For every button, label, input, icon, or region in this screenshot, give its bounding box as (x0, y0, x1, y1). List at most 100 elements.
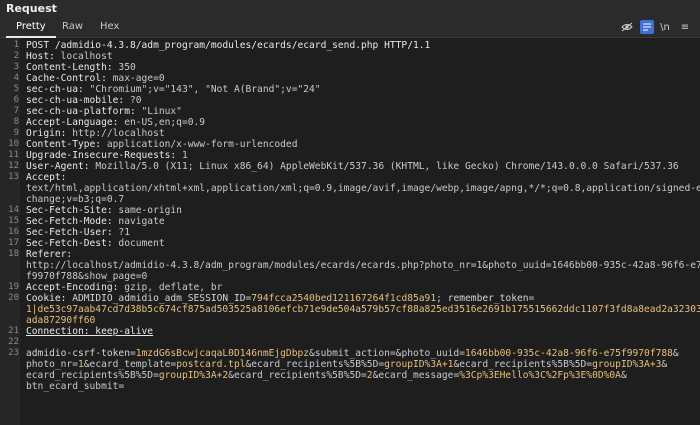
line-text: ecard_recipients%5B%5D=groupID%3A+2&ecar… (26, 370, 627, 381)
code-token: ; (436, 293, 448, 304)
code-token: POST /admidio-4.3.8/adm_program/modules/… (26, 40, 431, 51)
code-token: 1 (181, 150, 188, 161)
line-number: 10 (8, 139, 19, 149)
line-text: sec-ch-ua-platform: "Linux" (26, 106, 182, 117)
code-token: groupID%3A+2 (158, 370, 229, 381)
line-number: 18 (8, 249, 19, 259)
code-token: Sec-Fetch-Dest: (26, 238, 119, 249)
code-token: sec-ch-ua-mobile: (26, 95, 130, 106)
line-text: Sec-Fetch-User: ?1 (26, 227, 130, 238)
code-token: f9970f788&show_page=0 (26, 271, 148, 282)
line-text: change;v=b3;q=0.7 (26, 194, 124, 205)
code-token: en-US,en;q=0.9 (124, 117, 206, 128)
code-token: Cookie: (26, 293, 73, 304)
code-token: ?1 (118, 227, 130, 238)
code-token: Sec-Fetch-Site: (26, 205, 119, 216)
line-text: Accept-Language: en-US,en;q=0.9 (26, 117, 205, 128)
line-number: 1 (13, 40, 19, 50)
line-number: 6 (13, 95, 19, 105)
line-text: User-Agent: Mozilla/5.0 (X11; Linux x86_… (26, 161, 679, 172)
code-token: & (672, 348, 679, 359)
code-token: Sec-Fetch-Mode: (26, 216, 119, 227)
code-token: "Chromium";v="143", "Not A(Brand";v="24" (89, 84, 321, 95)
code-token: ADMIDIO_admidio_adm_SESSION_ID (72, 293, 246, 304)
code-token: 350 (118, 62, 136, 73)
line-text: Sec-Fetch-Dest: document (26, 238, 165, 249)
line-number: 16 (8, 227, 19, 237)
line-text: Accept-Encoding: gzip, deflate, br (26, 282, 222, 293)
code-token: sec-ch-ua-platform: (26, 106, 142, 117)
line-text: sec-ch-ua-mobile: ?0 (26, 95, 142, 106)
code-token: gzip, deflate, br (124, 282, 223, 293)
line-text: http://localhost/admidio-4.3.8/adm_progr… (26, 260, 700, 271)
code-token: Connection: keep-alive (26, 326, 154, 337)
code-token: btn_ecard_submit= (26, 381, 125, 392)
line-text: Sec-Fetch-Mode: navigate (26, 216, 165, 227)
menu-icon[interactable]: ≡ (678, 20, 692, 34)
tab-raw[interactable]: Raw (52, 18, 93, 36)
code-token: Accept: (26, 172, 67, 183)
code-token: http://localhost (72, 128, 165, 139)
code-token: http://localhost/admidio-4.3.8/adm_progr… (26, 260, 700, 271)
line-number: 13 (8, 172, 19, 182)
line-text: Accept: (26, 172, 66, 183)
code-token: ?0 (129, 95, 142, 106)
line-number: 2 (13, 51, 19, 61)
line-number: 12 (8, 161, 19, 171)
line-number: 21 (8, 326, 19, 336)
tab-pretty[interactable]: Pretty (6, 18, 56, 38)
code-token: Cache-Control: (26, 73, 113, 84)
line-text: Cache-Control: max-age=0 (26, 73, 165, 84)
newline-toggle[interactable]: \n (658, 20, 672, 34)
code-token: &ecard_message= (372, 370, 460, 381)
line-number: 19 (8, 282, 19, 292)
line-number: 22 (8, 337, 19, 347)
code-token: Sec-Fetch-User: (26, 227, 119, 238)
line-text: admidio-csrf-token=1mzdG6sBcwjcaqaL0D146… (26, 348, 679, 359)
code-token: change;v=b3;q=0.7 (26, 194, 125, 205)
code-token: User-Agent: (26, 161, 96, 172)
line-text: text/html,application/xhtml+xml,applicat… (26, 183, 700, 194)
code-token: application/x-www-form-urlencoded (106, 139, 298, 150)
line-text: POST /admidio-4.3.8/adm_program/modules/… (26, 40, 430, 51)
code-token: max-age=0 (112, 73, 165, 84)
line-text: Content-Length: 350 (26, 62, 136, 73)
code-token: Mozilla/5.0 (X11; Linux x86_64) AppleWeb… (95, 161, 679, 172)
code-token: same-origin (118, 205, 182, 216)
line-number: 20 (8, 293, 19, 303)
line-number: 14 (8, 205, 19, 215)
line-text: Host: localhost (26, 51, 113, 62)
code-token: document (118, 238, 165, 249)
line-text: f9970f788&show_page=0 (26, 271, 147, 282)
code-token: navigate (118, 216, 165, 227)
code-token: sec-ch-ua: (26, 84, 90, 95)
code-token: Content-Length: (26, 62, 119, 73)
code-token: text/html,application/xhtml+xml,applicat… (26, 183, 700, 194)
code-token: Origin: (26, 128, 73, 139)
line-text: Connection: keep-alive (26, 326, 153, 337)
code-token: Content-Type: (26, 139, 107, 150)
line-text: btn_ecard_submit= (26, 381, 124, 392)
tab-hex[interactable]: Hex (90, 18, 129, 36)
code-token: & (661, 359, 668, 370)
line-number: 15 (8, 216, 19, 226)
code-token: localhost (60, 51, 113, 62)
line-text: photo_nr=1&ecard_template=postcard.tpl&e… (26, 359, 667, 370)
code-token: ada87290ff60 (26, 315, 96, 326)
line-number: 23 (8, 348, 19, 358)
code-token: = (528, 293, 535, 304)
panel-title: Request (0, 0, 700, 18)
code-token: postcard.tpl (176, 359, 246, 370)
request-editor[interactable]: 1 POST /admidio-4.3.8/adm_program/modules… (0, 38, 700, 425)
code-token: Accept-Encoding: (26, 282, 125, 293)
line-number: 8 (13, 117, 19, 127)
line-text: Upgrade-Insecure-Requests: 1 (26, 150, 188, 161)
wrap-lines-icon[interactable] (640, 20, 654, 34)
code-token: & (620, 370, 627, 381)
code-token: photo_nr= (26, 359, 78, 370)
hide-eye-icon[interactable] (620, 20, 634, 34)
line-text: Referer: (26, 249, 72, 260)
code-token: admidio-csrf-token (26, 348, 130, 359)
code-token: &ecard_recipients%5B%5D= (453, 359, 593, 370)
code-token: "Linux" (141, 106, 182, 117)
